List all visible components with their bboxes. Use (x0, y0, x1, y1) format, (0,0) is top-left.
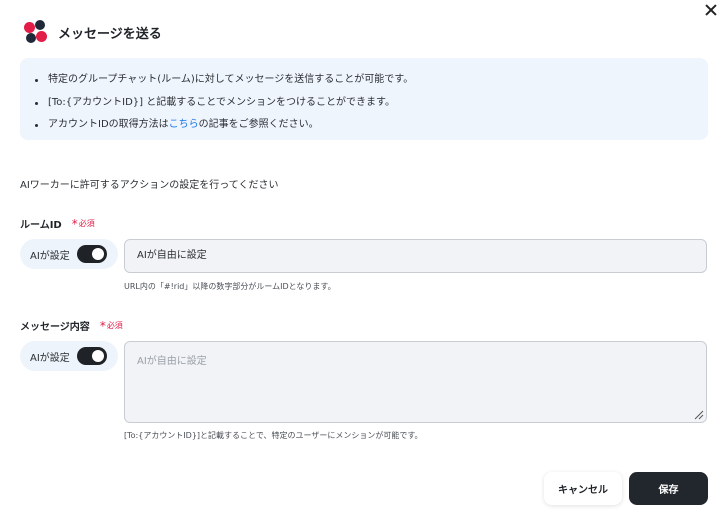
room-ai-toggle[interactable]: AIが設定 (20, 239, 118, 269)
field-label-text: メッセージ内容 (20, 322, 90, 333)
toggle-label: AIが設定 (30, 352, 70, 364)
message-textarea[interactable]: AIが自由に設定 (124, 341, 707, 423)
info-box: 特定のグループチャット(ルーム)に対してメッセージを送信することが可能です。 [… (20, 58, 708, 140)
room-id-hint: URL内の「#!rid」以降の数字部分がルームIDとなります。 (124, 282, 336, 291)
info-text: アカウントIDの取得方法は (48, 119, 169, 130)
cancel-button[interactable]: キャンセル (544, 472, 622, 505)
message-label: メッセージ内容 * 必須 (20, 318, 123, 334)
room-id-input[interactable]: AIが自由に設定 (124, 239, 707, 273)
close-icon[interactable] (702, 2, 717, 20)
textarea-placeholder: AIが自由に設定 (137, 356, 207, 367)
toggle-switch[interactable] (76, 245, 107, 263)
required-text: 必須 (78, 219, 95, 228)
toggle-label: AIが設定 (30, 250, 70, 262)
app-logo-icon (24, 20, 48, 44)
info-item: [To:{アカウントID}] と記載することでメンションをつけることができます。 (34, 92, 708, 115)
resize-handle-icon[interactable] (694, 410, 704, 420)
toggle-knob (91, 248, 104, 260)
save-button[interactable]: 保存 (629, 472, 708, 505)
room-id-label: ルームID * 必須 (20, 216, 95, 232)
message-ai-toggle[interactable]: AIが設定 (20, 341, 118, 371)
info-item: 特定のグループチャット(ルーム)に対してメッセージを送信することが可能です。 (34, 69, 708, 92)
toggle-switch[interactable] (76, 347, 107, 365)
required-badge: * 必須 (72, 218, 95, 230)
dialog-header: メッセージを送る (24, 20, 162, 44)
toggle-knob (91, 350, 104, 362)
field-label-text: ルームID (20, 220, 62, 231)
dialog-title: メッセージを送る (58, 26, 162, 42)
info-text: の記事をご参照ください。 (198, 119, 319, 130)
section-description: AIワーカーに許可するアクションの設定を行ってください (20, 180, 279, 191)
required-badge: * 必須 (100, 320, 123, 332)
required-asterisk: * (99, 318, 106, 333)
message-hint: [To:{アカウントID}]と記載することで、特定のユーザーにメンションが可能で… (124, 431, 423, 440)
help-link[interactable]: こちら (169, 119, 199, 130)
info-item: アカウントIDの取得方法はこちらの記事をご参照ください。 (34, 114, 708, 137)
required-text: 必須 (106, 321, 123, 330)
required-asterisk: * (71, 216, 78, 231)
